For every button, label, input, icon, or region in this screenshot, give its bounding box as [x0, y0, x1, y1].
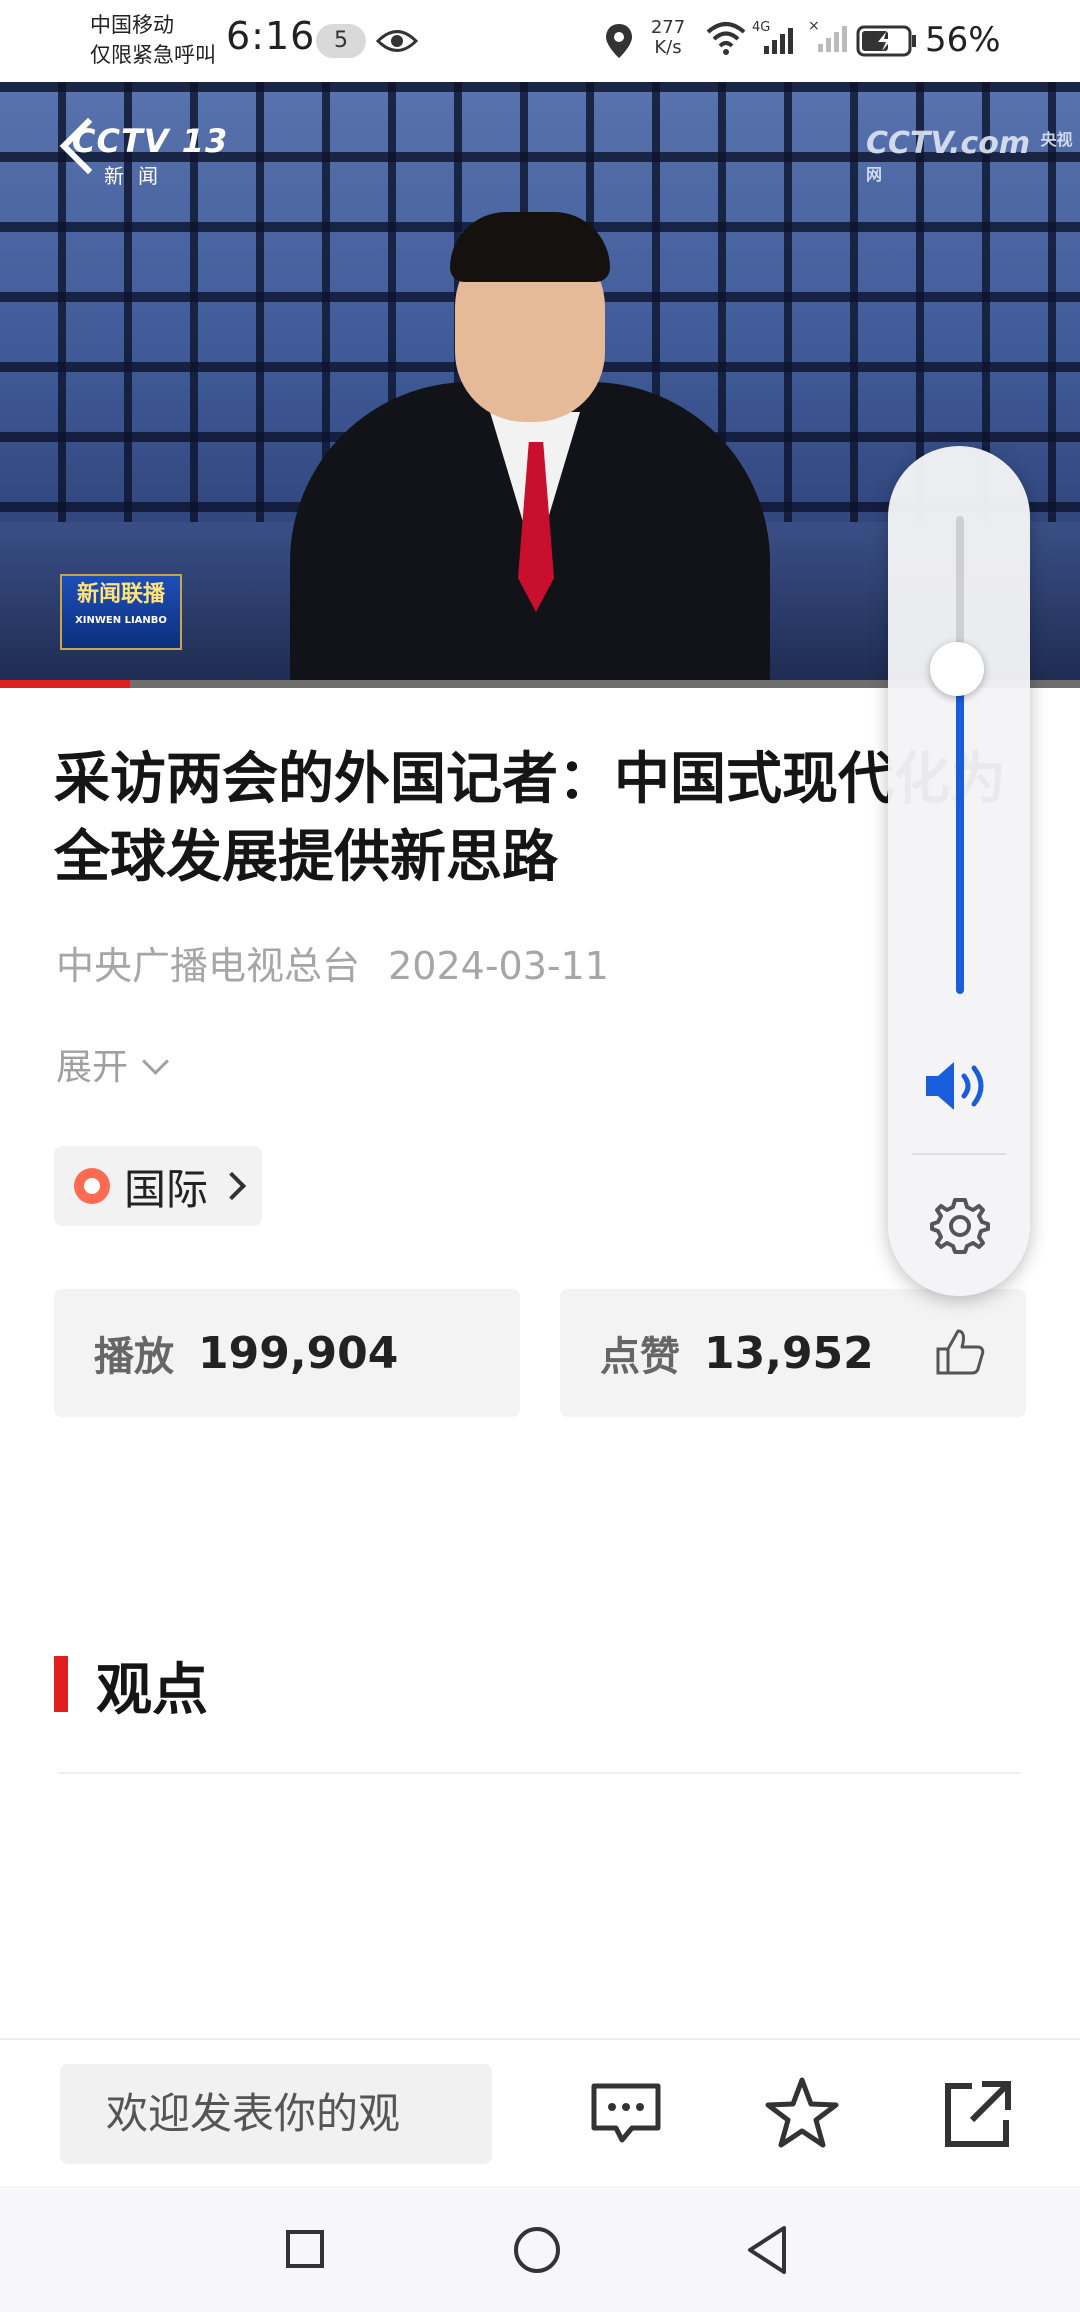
star-icon[interactable]: [762, 2074, 842, 2154]
article-title: 采访两会的外国记者：中国式现代化为全球发展提供新思路: [54, 746, 1006, 890]
article-date: 2024-03-11: [388, 944, 609, 988]
emergency-only: 仅限紧急呼叫: [90, 43, 216, 67]
chevron-down-icon: [142, 1048, 169, 1075]
volume-panel: [888, 446, 1030, 1296]
expand-label: 展开: [56, 1047, 129, 1088]
location-icon: [604, 22, 634, 64]
home-button[interactable]: [514, 2227, 560, 2273]
watermark: CCTV.com 央视网: [866, 126, 1080, 196]
wifi-icon: [704, 20, 748, 60]
volume-slider-handle[interactable]: [930, 641, 984, 696]
expand-button[interactable]: 展开: [56, 1038, 169, 1090]
no-signal-icon: ×: [808, 18, 848, 60]
location-pin-icon: [74, 1168, 110, 1204]
like-card[interactable]: 点赞 13,952: [560, 1289, 1026, 1417]
carrier-info: 中国移动 仅限紧急呼叫: [90, 10, 216, 70]
article-source: 中央广播电视总台: [56, 944, 361, 988]
watermark-text: CCTV.com: [866, 126, 1031, 161]
section-title: 观点: [96, 1657, 208, 1723]
net-speed-value: 277: [650, 17, 686, 38]
signal-icon: [754, 24, 800, 60]
play-count-label: 播放: [94, 1333, 174, 1380]
volume-panel-divider: [912, 1153, 1006, 1155]
carrier-name: 中国移动: [90, 13, 174, 37]
share-icon[interactable]: [938, 2074, 1018, 2154]
category-tag-label: 国际: [124, 1164, 209, 1214]
battery-icon: [856, 24, 918, 62]
eye-icon: [375, 26, 419, 60]
channel-sub: 新闻: [104, 164, 172, 188]
anchor-hair: [450, 212, 610, 282]
category-tag[interactable]: 国际: [54, 1146, 263, 1226]
video-progress-fill: [0, 680, 130, 688]
channel-logo: CCTV 13: [72, 122, 229, 160]
notification-badge: 5: [316, 24, 366, 58]
back-button[interactable]: [744, 2224, 790, 2280]
thumbs-up-icon[interactable]: [934, 1327, 986, 1381]
clock: 6:16: [226, 14, 316, 58]
section-marker: [54, 1656, 68, 1712]
program-logo-title: 新闻联播: [76, 582, 165, 607]
battery-percent: 56%: [925, 20, 1001, 60]
program-logo: 新闻联播 XINWEN LIANBO: [60, 574, 182, 650]
volume-slider-fill: [956, 668, 964, 994]
like-count-value: 13,952: [704, 1327, 874, 1379]
net-speed-unit: K/s: [654, 37, 682, 58]
recents-button[interactable]: [286, 2230, 324, 2268]
gear-icon[interactable]: [928, 1194, 992, 1262]
svg-text:×: ×: [808, 18, 820, 34]
speaker-icon[interactable]: [922, 1058, 998, 1118]
program-logo-sub: XINWEN LIANBO: [75, 615, 167, 626]
network-speed: 277 K/s: [648, 18, 688, 58]
chevron-right-icon: [217, 1171, 247, 1201]
play-count-value: 199,904: [198, 1327, 399, 1379]
play-count-card: 播放 199,904: [54, 1289, 520, 1417]
section-divider: [58, 1772, 1020, 1774]
comment-input[interactable]: 欢迎发表你的观: [60, 2064, 492, 2164]
article-meta: 中央广播电视总台 2024-03-11: [56, 935, 609, 990]
comment-icon[interactable]: [586, 2074, 666, 2154]
like-count-label: 点赞: [600, 1333, 680, 1380]
